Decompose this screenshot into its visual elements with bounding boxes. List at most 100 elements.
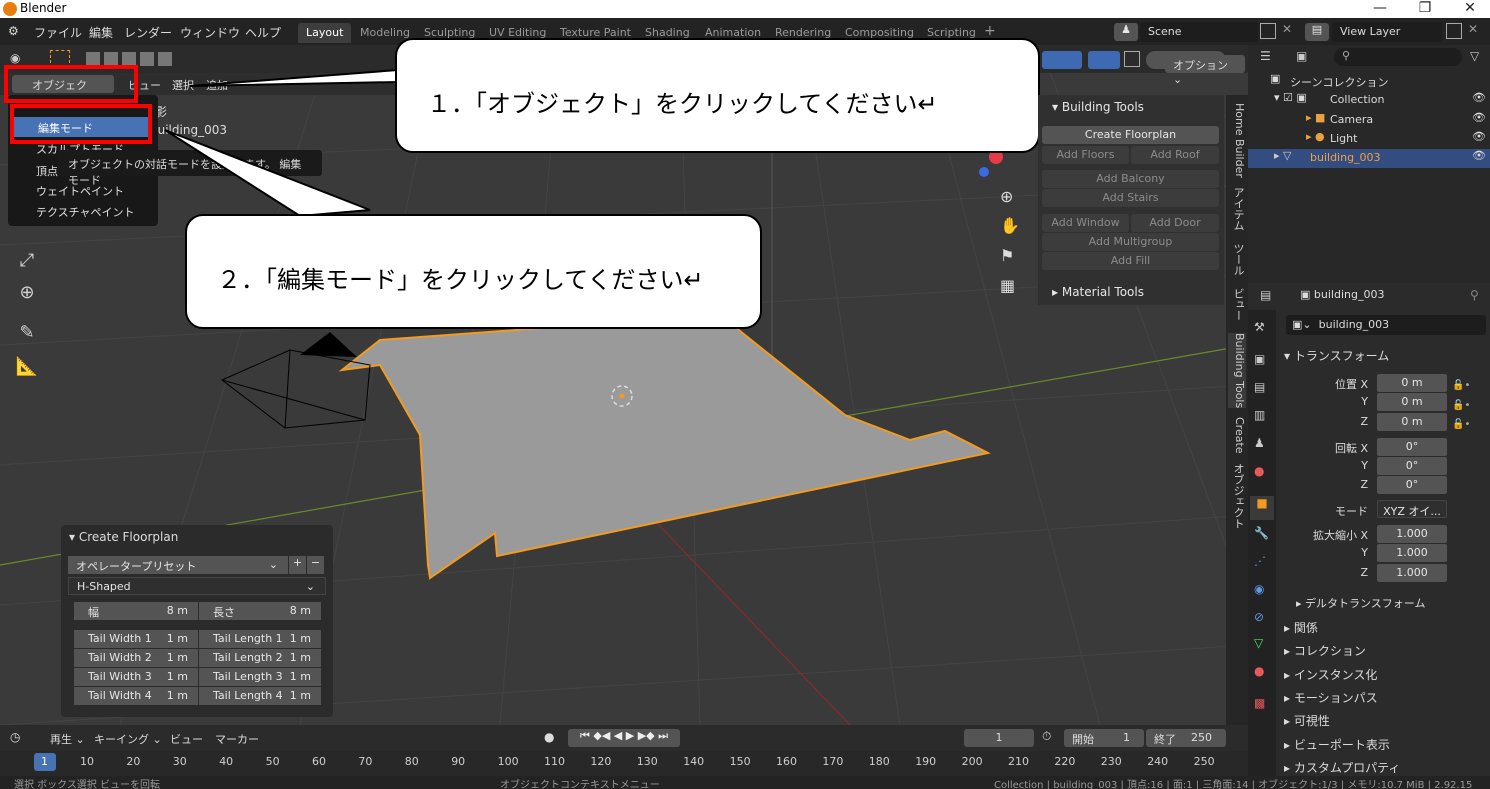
current-frame-field[interactable]: 1 xyxy=(964,729,1034,747)
tab-object[interactable]: オブジェクト xyxy=(1228,463,1246,529)
stopwatch-icon[interactable]: ⏱ xyxy=(1042,729,1051,744)
outliner-light[interactable]: ▸ ● Light 👁 xyxy=(1248,130,1490,149)
transform-section-header[interactable]: ▾ トランスフォーム xyxy=(1284,347,1389,364)
pin-icon[interactable]: ⚲ xyxy=(1470,288,1479,302)
rotation-z-field[interactable]: 0° xyxy=(1377,476,1447,494)
delta-transform-section[interactable]: ▸ デルタトランスフォーム xyxy=(1296,595,1425,611)
rotation-mode-dropdown[interactable]: XYZ オイ... xyxy=(1377,500,1447,518)
instancing-section[interactable]: ▸ インスタンス化 xyxy=(1284,666,1377,683)
add-roof-button[interactable]: Add Roof xyxy=(1131,146,1219,164)
add-multigroup-button[interactable]: Add Multigroup xyxy=(1042,233,1219,251)
add-fill-button[interactable]: Add Fill xyxy=(1042,252,1219,270)
tail-width-3-field[interactable]: Tail Width 31 m xyxy=(74,668,198,686)
callout-step-2: ２．「編集モード」をクリックしてください↵ xyxy=(185,214,762,329)
properties-editor-type-icon[interactable]: ▤ xyxy=(1260,288,1271,302)
modifier-props-icon[interactable]: 🔧 xyxy=(1254,526,1269,540)
tab-view[interactable]: ビュー xyxy=(1228,288,1246,321)
tool-props-icon[interactable]: ⚒ xyxy=(1254,320,1265,334)
length-field[interactable]: 長さ 8 m xyxy=(199,602,321,620)
texture-props-icon[interactable]: ▩ xyxy=(1254,696,1265,710)
outliner-filter-icon[interactable]: ▣ xyxy=(1296,49,1322,65)
constraints-props-icon[interactable]: ⊘ xyxy=(1254,610,1264,624)
relations-section[interactable]: ▸ 関係 xyxy=(1284,619,1318,636)
tail-length-1-field[interactable]: Tail Length 11 m xyxy=(199,630,321,648)
add-floors-button[interactable]: Add Floors xyxy=(1042,146,1129,164)
viewport-display-section[interactable]: ▸ ビューポート表示 xyxy=(1284,736,1390,753)
keying-menu[interactable]: キーイング ⌄ xyxy=(94,731,162,747)
world-props-icon[interactable]: ● xyxy=(1254,464,1264,478)
tail-length-3-field[interactable]: Tail Length 31 m xyxy=(199,668,321,686)
physics-props-icon[interactable]: ◉ xyxy=(1254,582,1264,596)
object-props-icon[interactable]: ■ xyxy=(1250,496,1274,520)
scale-x-field[interactable]: 1.000 xyxy=(1377,525,1447,543)
render-props-icon[interactable]: ▣ xyxy=(1254,352,1265,366)
shape-dropdown[interactable]: H-Shaped ⌄ xyxy=(68,577,326,595)
add-window-button[interactable]: Add Window xyxy=(1042,214,1129,232)
timeline-ruler[interactable]: 1 10 20 30 40 50 60 70 80 90 100 110 120 130 140 150 160… xyxy=(0,751,1248,776)
tail-length-4-field[interactable]: Tail Length 41 m xyxy=(199,687,321,705)
outliner-building[interactable]: ▸ ▽ building_003 👁 xyxy=(1248,149,1490,168)
collections-section[interactable]: ▸ コレクション xyxy=(1284,642,1366,659)
outliner-funnel-icon[interactable]: ▽ xyxy=(1470,49,1479,63)
tail-width-1-field[interactable]: Tail Width 11 m xyxy=(74,630,198,648)
rotation-x-field[interactable]: 0° xyxy=(1377,438,1447,456)
location-z-field[interactable]: 0 m xyxy=(1377,413,1447,431)
building-tools-header[interactable]: ▾ Building Tools xyxy=(1052,100,1144,114)
particles-props-icon[interactable]: ⋰ xyxy=(1254,554,1266,568)
data-props-icon[interactable]: ▽ xyxy=(1254,636,1263,650)
object-name-field[interactable]: ▣⌄ building_003 xyxy=(1286,315,1486,335)
marker-menu[interactable]: マーカー xyxy=(215,731,259,747)
tail-width-4-field[interactable]: Tail Width 41 m xyxy=(74,687,198,705)
preset-add-button[interactable]: + xyxy=(289,556,306,574)
record-icon[interactable]: ● xyxy=(544,730,554,744)
callout-step-2-text: ２．「編集モード」をクリックしてください↵ xyxy=(217,266,704,294)
visibility-eye-icon[interactable]: 👁 xyxy=(1472,111,1486,124)
scene-props-icon[interactable]: ♟ xyxy=(1254,436,1265,450)
tab-item[interactable]: アイテム xyxy=(1228,187,1246,231)
playback-menu[interactable]: 再生 ⌄ xyxy=(50,731,85,747)
output-props-icon[interactable]: ▤ xyxy=(1254,380,1265,394)
preset-remove-button[interactable]: − xyxy=(307,556,324,574)
operator-preset-dropdown[interactable]: オペレータープリセット ⌄ xyxy=(68,556,288,574)
timeline-editor-icon[interactable]: ◷ xyxy=(10,730,20,744)
outliner-display-mode-icon[interactable]: ☰ xyxy=(1260,49,1286,65)
outliner-scene-collection[interactable]: ▣ シーンコレクション xyxy=(1248,72,1490,91)
rotation-y-field[interactable]: 0° xyxy=(1377,457,1447,475)
visibility-eye-icon[interactable]: 👁 xyxy=(1472,149,1486,162)
add-balcony-button[interactable]: Add Balcony xyxy=(1042,170,1219,188)
lock-icons[interactable]: 🔓• 🔓• 🔓• xyxy=(1452,376,1470,435)
tail-length-2-field[interactable]: Tail Length 21 m xyxy=(199,649,321,667)
visibility-section[interactable]: ▸ 可視性 xyxy=(1284,712,1330,729)
scale-y-field[interactable]: 1.000 xyxy=(1377,544,1447,562)
playback-controls[interactable]: ⏮ ◆◀ ◀ ▶ ▶◆ ⏭ xyxy=(568,729,680,747)
outliner-camera[interactable]: ▸ ■ Camera 👁 xyxy=(1248,111,1490,130)
scale-z-field[interactable]: 1.000 xyxy=(1377,564,1447,582)
add-door-button[interactable]: Add Door xyxy=(1131,214,1219,232)
width-field[interactable]: 幅8 m xyxy=(74,602,198,620)
add-stairs-button[interactable]: Add Stairs xyxy=(1042,189,1219,207)
tab-create[interactable]: Create xyxy=(1228,417,1246,454)
visibility-eye-icon[interactable]: 👁 xyxy=(1472,91,1486,104)
material-props-icon[interactable]: ● xyxy=(1254,664,1264,678)
motion-paths-section[interactable]: ▸ モーションパス xyxy=(1284,689,1378,706)
visibility-eye-icon[interactable]: 👁 xyxy=(1472,130,1486,143)
start-frame-field[interactable]: 開始 1 xyxy=(1064,729,1144,747)
custom-properties-section[interactable]: ▸ カスタムプロパティ xyxy=(1284,759,1400,776)
location-x-field[interactable]: 0 m xyxy=(1377,374,1447,392)
tab-tool[interactable]: ツール xyxy=(1228,243,1246,276)
redo-panel-title[interactable]: ▾ Create Floorplan xyxy=(69,530,178,544)
tail-width-2-field[interactable]: Tail Width 21 m xyxy=(74,649,198,667)
create-floorplan-button[interactable]: Create Floorplan xyxy=(1042,126,1219,144)
timeline-tick: 220 xyxy=(1054,755,1076,768)
location-y-field[interactable]: 0 m xyxy=(1377,393,1447,411)
tab-building-tools[interactable]: Building Tools xyxy=(1228,333,1246,409)
view-layer-props-icon[interactable]: ▥ xyxy=(1254,408,1265,422)
tab-home-builder[interactable]: Home Builder xyxy=(1228,103,1246,178)
timeline-view-menu[interactable]: ビュー xyxy=(170,731,203,747)
outliner-collection[interactable]: ▾ ☑ ▣ Collection 👁 xyxy=(1248,91,1490,110)
outliner-search-input[interactable]: ⚲ xyxy=(1334,48,1462,66)
location-z-label: Z xyxy=(1360,415,1368,428)
material-tools-header[interactable]: ▸ Material Tools xyxy=(1052,285,1144,299)
end-frame-field[interactable]: 終了 250 xyxy=(1146,729,1226,747)
create-floorplan-panel: ▾ Create Floorplan オペレータープリセット ⌄ + − H-Sh… xyxy=(61,525,333,717)
